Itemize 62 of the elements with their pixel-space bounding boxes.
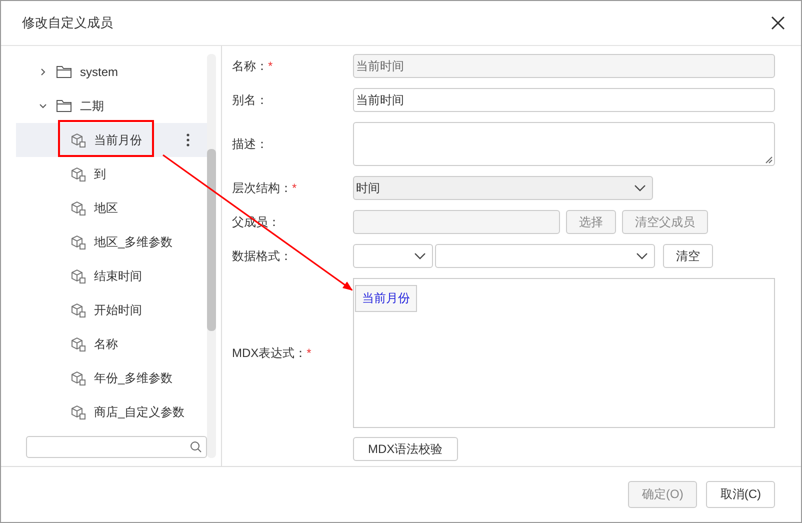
field-label: 别名： bbox=[232, 92, 268, 108]
folder-icon bbox=[56, 65, 72, 79]
text-field[interactable]: 当前时间 bbox=[353, 88, 775, 112]
button[interactable]: 清空 bbox=[663, 244, 713, 268]
close-icon[interactable] bbox=[771, 16, 785, 30]
text-area[interactable] bbox=[353, 122, 775, 166]
cube-icon bbox=[70, 302, 86, 318]
expression-editor[interactable]: 当前月份 bbox=[353, 278, 775, 428]
tree-item[interactable]: 商店_自定义参数 bbox=[16, 395, 208, 429]
dialog-title: 修改自定义成员 bbox=[22, 14, 113, 32]
tree-item-label: 当前月份 bbox=[94, 132, 142, 148]
tree-item-label: 名称 bbox=[94, 336, 118, 352]
chevron-down-icon bbox=[636, 252, 648, 260]
search-icon bbox=[190, 441, 202, 453]
button[interactable]: MDX语法校验 bbox=[353, 437, 458, 461]
field-label: 描述： bbox=[232, 136, 268, 152]
tree-item-label: 开始时间 bbox=[94, 302, 142, 318]
cube-icon bbox=[70, 200, 86, 216]
tree-item-label: 结束时间 bbox=[94, 268, 142, 284]
required-mark: * bbox=[268, 59, 273, 73]
tree-item-label: 二期 bbox=[80, 98, 104, 114]
tree-item-label: 年份_多维参数 bbox=[94, 370, 173, 386]
tree-item[interactable]: 二期 bbox=[16, 89, 208, 123]
button[interactable]: 取消(C) bbox=[706, 481, 775, 508]
folder-icon bbox=[56, 99, 72, 113]
tree-item[interactable]: 地区_多维参数 bbox=[16, 225, 208, 259]
tree-item[interactable]: 当前月份 bbox=[16, 123, 208, 157]
tree-item[interactable]: 到 bbox=[16, 157, 208, 191]
tree-item-label: 到 bbox=[94, 166, 106, 182]
tree-item[interactable]: 地区 bbox=[16, 191, 208, 225]
field-label: MDX表达式： bbox=[232, 344, 307, 362]
dropdown[interactable] bbox=[435, 244, 655, 268]
dropdown-value: 时间 bbox=[356, 180, 380, 196]
cube-icon bbox=[70, 132, 86, 148]
field-label: 层次结构： bbox=[232, 180, 292, 196]
cube-icon bbox=[70, 404, 86, 420]
tree-item-label: 地区_多维参数 bbox=[94, 234, 173, 250]
chevron-down-icon bbox=[414, 252, 426, 260]
tree-item[interactable]: system bbox=[16, 55, 208, 89]
required-mark: * bbox=[306, 346, 312, 360]
dropdown[interactable] bbox=[353, 244, 433, 268]
field-label: 名称： bbox=[232, 58, 268, 74]
cube-icon bbox=[70, 166, 86, 182]
tree-item[interactable]: 结束时间 bbox=[16, 259, 208, 293]
member-tag: 当前月份 bbox=[355, 285, 417, 312]
cube-icon bbox=[70, 234, 86, 250]
tree-item-label: 地区 bbox=[94, 200, 118, 216]
resize-grip-icon bbox=[765, 156, 773, 164]
cube-icon bbox=[70, 370, 86, 386]
tree-item-label: system bbox=[80, 65, 118, 79]
tree-item[interactable]: 年份_多维参数 bbox=[16, 361, 208, 395]
required-mark: * bbox=[292, 181, 297, 195]
scrollbar-thumb[interactable] bbox=[207, 149, 216, 331]
tree-item-label: 商店_自定义参数 bbox=[94, 404, 185, 420]
field-label: 数据格式： bbox=[232, 248, 292, 264]
chevron-down-icon bbox=[634, 184, 646, 192]
tree-item[interactable]: 开始时间 bbox=[16, 293, 208, 327]
tree-item[interactable]: 名称 bbox=[16, 327, 208, 361]
search-field[interactable] bbox=[26, 436, 207, 458]
more-icon bbox=[186, 133, 190, 147]
cube-icon bbox=[70, 268, 86, 284]
cube-icon bbox=[70, 336, 86, 352]
